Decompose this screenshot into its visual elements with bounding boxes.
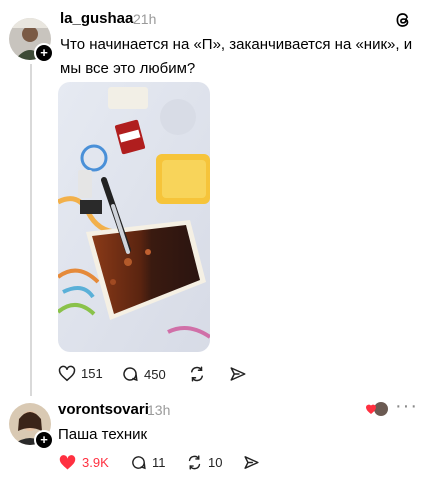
threads-icon[interactable]: [394, 11, 412, 34]
follow-plus-button[interactable]: +: [34, 43, 54, 63]
comment-icon: [132, 456, 146, 470]
reply-like-count: 3.9K: [82, 455, 109, 470]
post-photo[interactable]: [58, 82, 210, 352]
thread-connector-line: [30, 64, 32, 396]
repost-icon: [188, 455, 201, 470]
post-reply-count: 450: [144, 366, 166, 382]
post-time: 21h: [133, 11, 157, 27]
send-icon: [230, 367, 246, 381]
comment-icon: [123, 367, 138, 382]
reply-repost-button[interactable]: 10: [186, 454, 222, 471]
heart-icon: [58, 365, 76, 382]
repost-icon: [191, 366, 203, 382]
post-username[interactable]: la_gushaa: [60, 10, 133, 27]
reply-text: Паша техник: [58, 426, 148, 443]
post-reply-button[interactable]: 450: [121, 365, 166, 383]
reply-reply-button[interactable]: 11: [130, 454, 166, 471]
reply-repost-count: 10: [208, 455, 223, 470]
post-share-button[interactable]: [229, 365, 247, 383]
reply-reply-count: 11: [152, 455, 166, 470]
reply-username[interactable]: vorontsovari: [58, 401, 149, 418]
reply-follow-plus-button[interactable]: +: [34, 430, 54, 450]
post-like-count: 151: [81, 366, 103, 381]
post-like-button[interactable]: 151: [58, 365, 103, 382]
more-options-icon[interactable]: ···: [395, 395, 418, 418]
post-repost-button[interactable]: [188, 365, 206, 383]
reply-share-button[interactable]: [243, 454, 260, 471]
heart-filled-icon: [59, 455, 76, 470]
post-text-line1: Что начинается на «П», заканчивается на …: [60, 36, 413, 53]
reply-time: 13h: [147, 402, 171, 418]
post-text-line2: мы все это любим?: [60, 60, 196, 77]
send-icon: [244, 456, 259, 469]
reply-like-button[interactable]: 3.9K: [58, 454, 109, 471]
liked-by-author-badge: [366, 401, 388, 417]
